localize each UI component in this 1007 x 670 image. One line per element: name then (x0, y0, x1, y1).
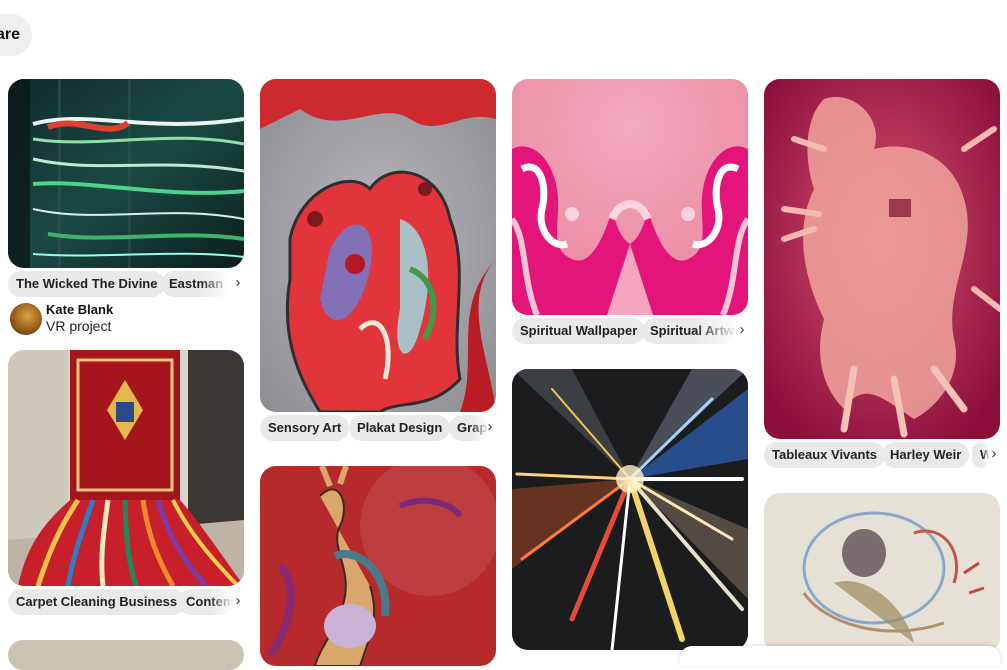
tag-chip[interactable]: Contem (178, 589, 234, 615)
author-name: Kate Blank (46, 302, 114, 317)
tag-chip[interactable]: Carpet Cleaning Business (8, 589, 186, 615)
tag-row-carpet: Carpet Cleaning Business Contem › (8, 589, 244, 615)
pin-image-carpet[interactable] (8, 350, 244, 586)
tag-row-sensory: Sensory Art Plakat Design Grap › (260, 415, 496, 441)
tag-chip[interactable]: Sensory Art (260, 415, 350, 441)
tag-chip[interactable]: Harley Weir (882, 442, 970, 468)
tag-row-tableaux: Tableaux Vivants Harley Weir W › (764, 442, 1000, 468)
pin-image-sketch[interactable] (764, 493, 1000, 653)
tag-chip[interactable]: Tableaux Vivants (764, 442, 886, 468)
chevron-right-icon[interactable]: › (482, 415, 496, 441)
tag-chip[interactable]: Spiritual Wallpaper (512, 318, 646, 344)
pin-image-wicked[interactable] (8, 79, 244, 268)
pin-image-next[interactable] (8, 640, 244, 670)
tag-chip[interactable]: Spiritual Artw (642, 318, 738, 344)
chevron-right-icon[interactable]: › (986, 442, 1000, 468)
chevron-right-icon[interactable]: › (230, 589, 244, 615)
pin-image-figures[interactable] (260, 466, 496, 666)
avatar (10, 303, 42, 335)
pin-image-tableaux[interactable] (764, 79, 1000, 439)
tag-row-wicked: The Wicked The Divine Eastman › (8, 271, 244, 297)
tag-chip[interactable]: Plakat Design (349, 415, 451, 441)
tag-chip[interactable]: The Wicked The Divine (8, 271, 166, 297)
tag-row-spiritual: Spiritual Wallpaper Spiritual Artw › (512, 318, 748, 344)
share-button[interactable]: are (0, 14, 32, 56)
pin-image-sensory[interactable] (260, 79, 496, 412)
board-name: VR project (46, 318, 112, 334)
pin-image-lights[interactable] (512, 369, 748, 650)
pin-author[interactable]: Kate Blank VR project (10, 301, 246, 335)
chevron-right-icon[interactable]: › (230, 271, 244, 297)
chevron-right-icon[interactable]: › (734, 318, 748, 344)
tag-chip[interactable]: Eastman (161, 271, 231, 297)
pin-image-spiritual[interactable] (512, 79, 748, 315)
bottom-panel (680, 646, 1000, 666)
